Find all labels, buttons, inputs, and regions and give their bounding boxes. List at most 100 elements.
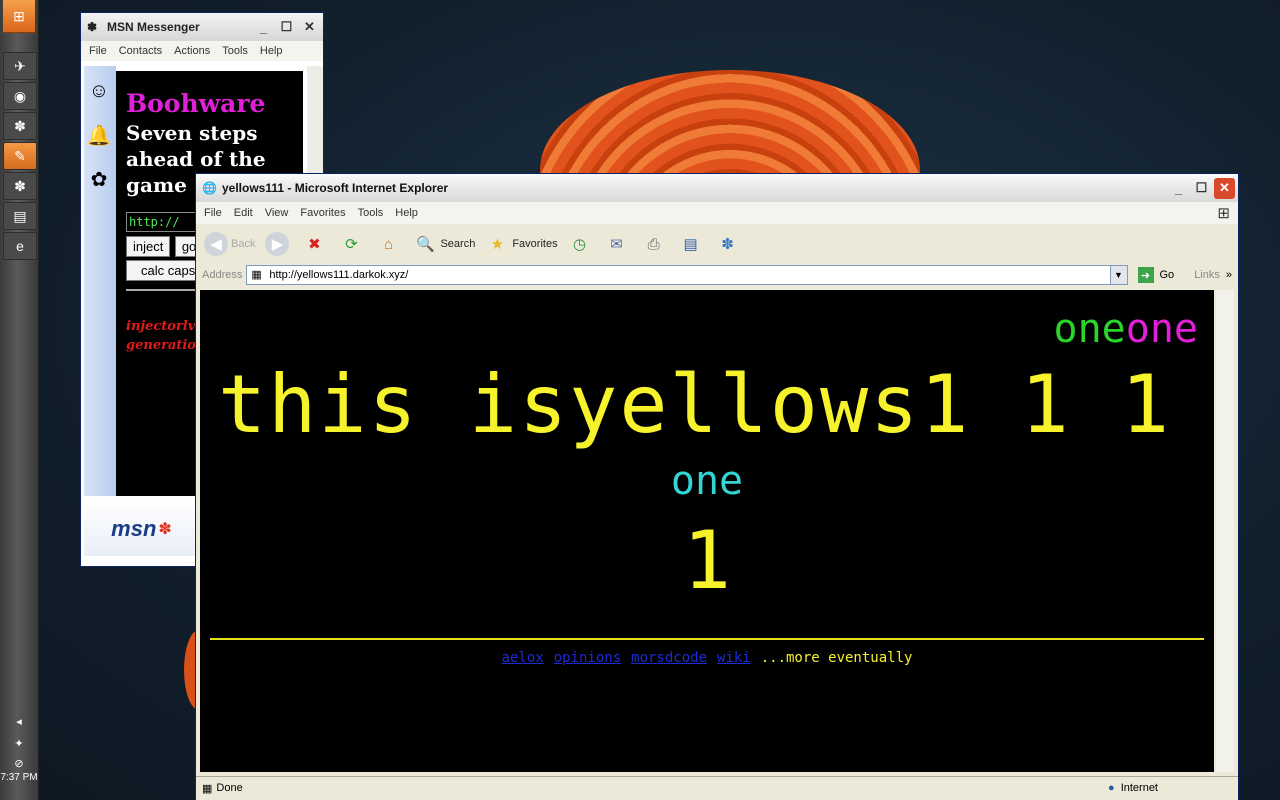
address-url: http://yellows111.darkok.xyz/	[269, 269, 409, 281]
menu-file[interactable]: File	[85, 45, 115, 57]
forward-arrow-icon: ▶	[265, 232, 290, 256]
msn-menubar: File Contacts Actions Tools Help	[81, 41, 323, 61]
address-label: Address	[202, 269, 243, 281]
menu-contacts[interactable]: Contacts	[115, 45, 170, 57]
menu-help[interactable]: Help	[256, 45, 291, 57]
link-aelox[interactable]: aelox	[502, 650, 544, 666]
contact-person-icon[interactable]: ☺	[84, 72, 114, 110]
msn-butterfly-icon: ✽	[158, 520, 172, 538]
menu-view[interactable]: View	[261, 207, 297, 219]
messenger-icon: ✽	[721, 236, 734, 253]
menu-edit[interactable]: Edit	[230, 207, 261, 219]
link-morsdcode[interactable]: morsdcode	[631, 650, 707, 666]
more-eventually-text: ...more eventually	[760, 650, 913, 666]
menu-actions[interactable]: Actions	[170, 45, 218, 57]
go-button[interactable]: ➜ Go	[1137, 267, 1175, 283]
big-one-text: 1	[682, 514, 732, 607]
stop-icon: ✖	[308, 236, 321, 253]
quick-launch-msn-icon[interactable]: ✽	[3, 112, 37, 140]
search-icon: 🔍	[416, 236, 435, 253]
menu-help[interactable]: Help	[391, 207, 426, 219]
ie-window: 🌐 yellows111 - Microsoft Internet Explor…	[196, 174, 1238, 800]
link-wiki[interactable]: wiki	[717, 650, 751, 666]
menu-file[interactable]: File	[200, 207, 230, 219]
chevron-right-icon[interactable]: »	[1226, 269, 1232, 281]
msn-logo-text: msn	[111, 515, 157, 541]
msn-logo[interactable]: msn ✽	[84, 501, 199, 556]
page-scrollbar[interactable]	[1216, 290, 1234, 772]
page-divider	[210, 638, 1204, 640]
alerts-bell-icon[interactable]: 🔔	[84, 116, 114, 154]
menu-favorites[interactable]: Favorites	[296, 207, 353, 219]
address-dropdown-icon[interactable]: ▼	[1109, 266, 1127, 284]
edit-icon: ▤	[683, 236, 698, 253]
taskbar: ⊞ ✈ ◉ ✽ ✎ ✽ ▤ e ◂ ✦ ⊘ 7:37 PM	[0, 0, 39, 800]
oneone-text: oneone	[1054, 306, 1199, 352]
one-text: one	[670, 458, 744, 504]
windows-flag-icon: ⊞	[1217, 205, 1230, 222]
back-button[interactable]: ◀ Back	[204, 232, 255, 256]
print-icon: ⎙	[647, 235, 660, 253]
status-text: Done	[216, 782, 243, 794]
quick-launch-app-icon[interactable]: ✈	[3, 52, 37, 80]
status-page-icon: ▦	[202, 782, 213, 795]
refresh-button[interactable]: ⟳	[339, 232, 366, 256]
print-button[interactable]: ⎙	[642, 232, 669, 256]
security-zone[interactable]: ● Internet	[1108, 782, 1158, 794]
internet-globe-icon: ●	[1108, 782, 1115, 794]
close-button[interactable]: ✕	[299, 17, 320, 38]
mail-icon: ✉	[610, 236, 623, 253]
menu-tools[interactable]: Tools	[354, 207, 392, 219]
close-button[interactable]: ✕	[1214, 177, 1235, 199]
windows-logo-icon: ⊞	[13, 7, 25, 24]
msn-titlebar[interactable]: ✽ MSN Messenger _ ☐ ✕	[81, 13, 323, 41]
taskbar-item-folder[interactable]: ▤	[3, 202, 37, 230]
go-arrow-icon: ➜	[1137, 267, 1154, 283]
taskbar-item-msn[interactable]: ✽	[3, 172, 37, 200]
forward-button[interactable]: ▶	[265, 232, 292, 256]
ie-toolbar: ◀ Back ▶ ✖ ⟳ ⌂ 🔍 Search ★ Favorites ◷ ✉	[196, 224, 1238, 264]
home-icon: ⌂	[383, 235, 393, 253]
back-label: Back	[231, 238, 256, 250]
msn-butterfly-icon[interactable]: ✿	[84, 160, 114, 198]
links-button[interactable]: Links	[1194, 269, 1220, 281]
address-input[interactable]: ▦ http://yellows111.darkok.xyz/ ▼	[246, 265, 1128, 285]
stop-button[interactable]: ✖	[302, 232, 329, 256]
home-button[interactable]: ⌂	[376, 232, 403, 256]
go-label: Go	[1159, 269, 1175, 281]
status-bar: ▦ Done ● Internet	[196, 776, 1238, 799]
ie-page-icon: 🌐	[202, 181, 217, 195]
minimize-button[interactable]: _	[253, 17, 274, 38]
search-button[interactable]: 🔍 Search	[413, 232, 475, 256]
clock[interactable]: 7:37 PM	[0, 772, 38, 783]
ad-title: Boohware	[126, 89, 266, 118]
search-label: Search	[440, 238, 476, 250]
history-icon: ◷	[573, 236, 587, 253]
messenger-button[interactable]: ✽	[716, 232, 743, 256]
address-bar: Address ▦ http://yellows111.darkok.xyz/ …	[196, 264, 1238, 286]
favorites-button[interactable]: ★ Favorites	[485, 232, 558, 256]
msn-window-title: MSN Messenger	[107, 20, 200, 34]
maximize-button[interactable]: ☐	[276, 17, 297, 38]
back-arrow-icon: ◀	[204, 232, 228, 256]
page-links: aelox opinions morsdcode wiki ...more eventu…	[200, 650, 1214, 666]
ie-menubar: File Edit View Favorites Tools Help ⊞	[196, 202, 1238, 224]
oneone-part-2: one	[1125, 306, 1198, 352]
inject-button[interactable]: inject	[126, 236, 171, 257]
taskbar-item-ie[interactable]: ✎	[3, 142, 37, 170]
quick-launch-opera-icon[interactable]: ◉	[3, 82, 37, 110]
page-content: oneone this isyellows1 1 1 one 1 aelox op…	[200, 290, 1214, 772]
menu-tools[interactable]: Tools	[218, 45, 256, 57]
minimize-button[interactable]: _	[1168, 178, 1189, 199]
refresh-icon: ⟳	[345, 236, 358, 253]
ie-window-title: yellows111 - Microsoft Internet Explorer	[222, 181, 449, 195]
mail-button[interactable]: ✉	[605, 232, 632, 256]
edit-button[interactable]: ▤	[679, 232, 706, 256]
taskbar-item-ie-window[interactable]: e	[3, 232, 37, 260]
maximize-button[interactable]: ☐	[1191, 178, 1212, 199]
start-button[interactable]: ⊞	[3, 0, 35, 33]
link-opinions[interactable]: opinions	[554, 650, 621, 666]
ie-titlebar[interactable]: 🌐 yellows111 - Microsoft Internet Explor…	[196, 174, 1238, 202]
history-button[interactable]: ◷	[568, 232, 595, 256]
favorites-star-icon: ★	[490, 236, 505, 253]
